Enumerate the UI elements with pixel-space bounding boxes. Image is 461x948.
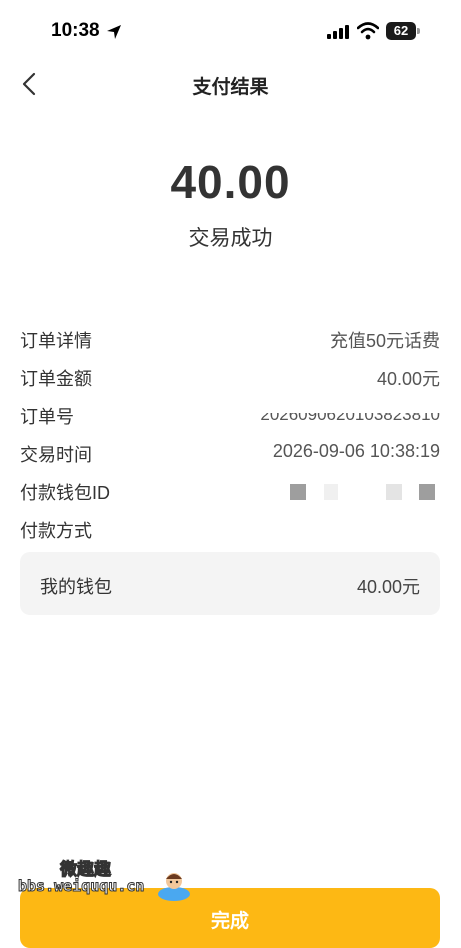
trade-time-value: 2026-09-06 10:38:19 — [272, 441, 440, 461]
wallet-label: 我的钱包 — [40, 577, 112, 597]
wallet-id-redacted — [290, 484, 440, 500]
order-amount-label: 订单金额 — [20, 369, 92, 389]
location-arrow-icon — [107, 25, 121, 39]
wallet-payment-card: 我的钱包 40.00元 — [20, 552, 440, 615]
pay-method-label: 付款方式 — [20, 521, 92, 541]
mascot-icon — [158, 873, 190, 901]
order-detail-row: 订单详情 充值50元话费 — [20, 323, 440, 353]
order-amount-value: 40.00元 — [376, 369, 440, 389]
order-number-value: 2026090620103823810 — [260, 413, 440, 424]
order-detail-value: 充值50元话费 — [329, 331, 440, 351]
wallet-id-label: 付款钱包ID — [20, 483, 110, 503]
payment-amount: 40.00 — [170, 156, 291, 208]
trade-time-row: 交易时间 2026-09-06 10:38:19 — [20, 437, 440, 467]
order-number-row: 订单号 2026090620103823810 — [20, 399, 440, 429]
order-detail-label: 订单详情 — [20, 331, 92, 351]
pay-method-row: 付款方式 — [20, 513, 440, 543]
battery-icon: 62 — [386, 22, 420, 40]
wifi-icon — [357, 22, 379, 40]
payment-status: 交易成功 — [188, 227, 273, 250]
nav-bar: 支付结果 — [0, 62, 461, 104]
cellular-signal-icon — [327, 25, 349, 39]
trade-time-label: 交易时间 — [20, 445, 92, 465]
watermark-url: bbs.weiququ.cn — [17, 877, 145, 896]
order-number-label: 订单号 — [20, 407, 74, 427]
status-time: 10:38 — [51, 20, 100, 41]
page-title: 支付结果 — [192, 77, 269, 98]
battery-level: 62 — [386, 22, 416, 40]
order-amount-row: 订单金额 40.00元 — [20, 361, 440, 391]
status-bar: 10:38 62 — [0, 0, 461, 64]
wallet-amount: 40.00元 — [356, 577, 420, 597]
done-button[interactable]: 完成 — [20, 888, 440, 948]
wallet-id-row: 付款钱包ID — [20, 475, 440, 505]
